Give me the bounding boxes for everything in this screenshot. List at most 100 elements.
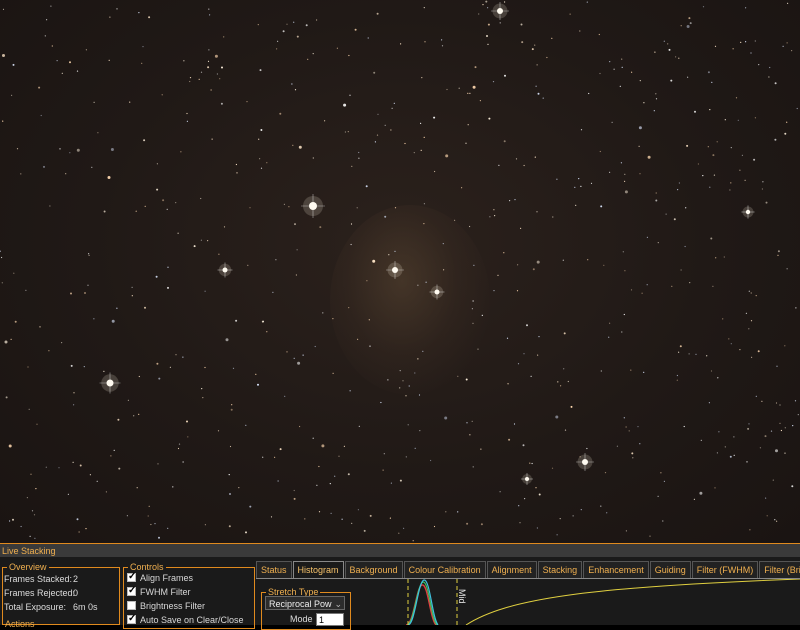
- star: [678, 351, 680, 353]
- fwhm-filter-check-icon[interactable]: [127, 585, 136, 597]
- star: [784, 427, 786, 429]
- tab-histogram[interactable]: Histogram: [292, 561, 344, 578]
- star: [155, 275, 158, 278]
- fwhm-filter-checkbox[interactable]: FWHM Filter: [127, 585, 191, 597]
- star: [156, 163, 158, 165]
- star: [136, 487, 138, 489]
- mode-stepper[interactable]: 1: [316, 613, 344, 626]
- mode-value: 1: [319, 615, 325, 625]
- star: [562, 259, 564, 261]
- star: [282, 30, 285, 33]
- tab-colour-calibration[interactable]: Colour Calibration: [403, 561, 486, 578]
- chevron-down-icon[interactable]: ⌄: [334, 597, 342, 609]
- brightness-filter-check-icon[interactable]: [127, 601, 136, 611]
- stretch-type-value: Reciprocal Pow: [269, 599, 332, 609]
- stretch-type-select[interactable]: Reciprocal Pow ⌄: [265, 596, 345, 610]
- star: [517, 264, 519, 266]
- tab-stacking[interactable]: Stacking: [537, 561, 583, 578]
- star: [777, 250, 780, 253]
- star: [228, 525, 231, 528]
- star: [729, 189, 731, 191]
- tab-filter-fwhm[interactable]: Filter (FWHM): [691, 561, 759, 578]
- star: [223, 36, 225, 38]
- star: [499, 22, 501, 24]
- align-frames-check-icon[interactable]: [127, 571, 136, 583]
- histogram-graph[interactable]: Mid: [356, 579, 800, 625]
- star: [138, 413, 140, 415]
- star: [316, 484, 318, 486]
- star: [542, 97, 544, 99]
- star: [14, 320, 17, 323]
- star: [575, 204, 577, 206]
- star: [632, 457, 634, 459]
- star: [48, 350, 50, 352]
- star: [536, 211, 538, 213]
- star: [522, 444, 525, 447]
- star: [380, 401, 382, 404]
- auto-save-checkbox[interactable]: Auto Save on Clear/Close: [127, 613, 244, 625]
- star: [182, 461, 184, 463]
- star: [467, 124, 469, 126]
- tab-filter-brightness[interactable]: Filter (Brightness): [759, 561, 800, 578]
- star: [117, 418, 120, 421]
- star: [530, 375, 532, 377]
- star: [417, 284, 419, 286]
- star: [536, 260, 540, 264]
- star: [524, 498, 526, 500]
- tab-guiding[interactable]: Guiding: [649, 561, 691, 578]
- star: [232, 367, 235, 369]
- star: [399, 370, 401, 372]
- star: [745, 312, 748, 314]
- star: [36, 423, 38, 425]
- star: [219, 78, 221, 80]
- star: [204, 524, 206, 526]
- star: [667, 43, 669, 45]
- star: [445, 511, 447, 513]
- star: [461, 187, 463, 189]
- star: [169, 366, 171, 368]
- live-stack-image[interactable]: [0, 0, 800, 543]
- star: [148, 16, 151, 19]
- align-frames-checkbox[interactable]: Align Frames: [127, 571, 193, 583]
- tab-status[interactable]: Status: [256, 561, 292, 578]
- tab-alignment[interactable]: Alignment: [486, 561, 537, 578]
- star: [293, 497, 296, 500]
- star: [782, 45, 784, 47]
- star: [730, 147, 732, 149]
- star: [578, 178, 580, 180]
- star: [469, 225, 471, 228]
- brightness-filter-checkbox[interactable]: Brightness Filter: [127, 601, 205, 611]
- star: [351, 165, 353, 167]
- auto-save-check-icon[interactable]: [127, 613, 136, 625]
- star: [608, 336, 610, 338]
- star: [76, 70, 79, 72]
- star: [724, 119, 726, 121]
- star: [208, 49, 210, 51]
- star: [399, 387, 401, 389]
- star: [631, 71, 633, 73]
- star: [733, 454, 735, 456]
- star: [235, 319, 238, 322]
- star: [716, 452, 719, 454]
- star: [471, 420, 473, 422]
- star: [758, 64, 760, 66]
- star: [279, 448, 282, 451]
- star: [89, 474, 91, 476]
- star: [229, 493, 231, 495]
- star: [148, 505, 150, 507]
- star: [236, 172, 238, 174]
- star: [784, 345, 786, 347]
- star: [754, 40, 756, 42]
- tab-background[interactable]: Background: [344, 561, 403, 578]
- star: [774, 138, 777, 141]
- star: [76, 518, 79, 521]
- star: [649, 535, 651, 537]
- star: [354, 28, 357, 31]
- star: [639, 173, 641, 175]
- star: [376, 134, 379, 136]
- star: [405, 395, 407, 397]
- star: [493, 290, 495, 292]
- star: [218, 253, 220, 255]
- star: [559, 518, 561, 520]
- tab-enhancement[interactable]: Enhancement: [583, 561, 649, 578]
